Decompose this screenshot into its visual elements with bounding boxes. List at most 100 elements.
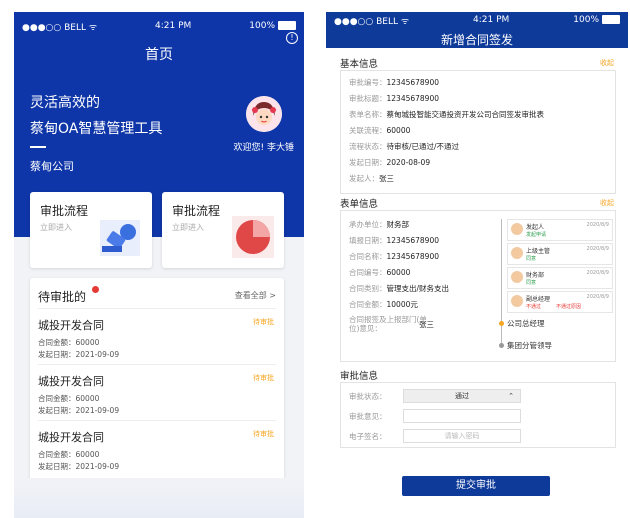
stamp-icon (100, 220, 140, 256)
time-text: 4:21 PM (473, 15, 510, 25)
row-value: 60000 (386, 126, 411, 135)
step-name: 副总经理 (526, 296, 551, 303)
submit-button[interactable]: 提交审批 (402, 476, 550, 496)
info-row: 审批编号：12345678900 (349, 77, 439, 88)
step-status: 同意 (526, 280, 537, 286)
info-row: 合同类别：管理支出/财务支出 (349, 283, 449, 294)
row-key: 审批编号： (349, 78, 387, 87)
status-badge: 待审批 (253, 318, 274, 326)
list-item[interactable]: 城投开发合同 待审批 合同金额：60000 发起日期：2021-09-09 (38, 364, 276, 419)
extra-key: 合同报签及上报部门(单位)意见： (349, 315, 427, 333)
info-row: 流程状态：待审核/已通过/不通过 (349, 141, 459, 152)
info-row: 合同编号：60000 (349, 267, 410, 278)
card-subtitle: 立即进入 (40, 223, 72, 232)
background-decoration (14, 478, 304, 518)
notification-badge (92, 286, 99, 293)
row-key: 合同金额： (349, 300, 387, 309)
item-title: 城投开发合同 (38, 375, 104, 388)
step-name: 财务部 (526, 272, 545, 279)
row-value: 12345678900 (386, 236, 440, 245)
row-key: 合同名称： (349, 252, 387, 261)
row-value: 财务部 (386, 220, 410, 229)
step-note: 不通过原因 (556, 304, 582, 310)
status-badge: 待审批 (253, 430, 274, 438)
item-title: 城投开发合同 (38, 319, 104, 332)
pie-chart-icon (232, 216, 274, 258)
pending-approval-panel: 待审批的 查看全部 > 城投开发合同 待审批 合同金额：60000 发起日期：2… (30, 278, 284, 484)
item-amount: 合同金额：60000 (38, 338, 100, 347)
item-date: 发起日期：2021-09-09 (38, 350, 120, 359)
approval-info-heading: 审批信息 (340, 371, 379, 382)
item-date: 发起日期：2021-09-09 (38, 462, 120, 471)
pending-title: 待审批的 (38, 290, 87, 304)
row-value: 2020-08-09 (386, 158, 431, 167)
signature-label: 电子签名： (349, 432, 387, 441)
row-value: 12345678900 (386, 78, 440, 87)
step-name: 发起人 (526, 224, 545, 231)
company-name: 蔡甸公司 (30, 160, 74, 173)
slogan-line1: 灵活高效的 (30, 95, 100, 111)
page-title: 新增合同签发 (440, 33, 513, 47)
list-item[interactable]: 城投开发合同 待审批 合同金额：60000 发起日期：2021-09-09 (38, 308, 276, 363)
info-icon[interactable]: ! (286, 32, 298, 44)
opinion-label: 审批意见： (349, 412, 387, 421)
info-row: 合同金额：10000元 (349, 299, 418, 310)
approval-info-box: 审批状态： 通过 ⌃ 审批意见： 电子签名： 请输入密码 (340, 382, 616, 448)
collapse-form-button[interactable]: 收起 (600, 198, 614, 208)
divider (30, 146, 46, 148)
row-key: 流程状态： (349, 142, 387, 151)
timeline-step: 副总经理 不通过 不通过原因 2020/8/9 (507, 291, 613, 313)
timeline-line (501, 219, 502, 345)
row-value: 待审核/已通过/不通过 (386, 142, 460, 151)
opinion-input[interactable] (403, 409, 521, 423)
item-date: 发起日期：2021-09-09 (38, 406, 120, 415)
item-amount: 合同金额：60000 (38, 394, 100, 403)
next-approver: 集团分管领导 (507, 341, 552, 350)
status-badge: 待审批 (253, 374, 274, 382)
step-status: 不通过 (526, 304, 542, 310)
step-date: 2020/8/9 (586, 246, 609, 252)
avatar (511, 247, 523, 259)
battery-text: 100% (573, 15, 599, 25)
form-info-heading: 表单信息 (340, 199, 379, 210)
signature-input[interactable]: 请输入密码 (403, 429, 521, 443)
basic-info-heading: 基本信息 (340, 59, 379, 70)
carrier-text: ●●●○○ BELL ᯤ (334, 16, 410, 27)
approval-flow-card[interactable]: 审批流程 立即进入 (30, 192, 152, 268)
row-key: 发起人： (349, 174, 379, 183)
info-row: 承办单位：财务部 (349, 219, 409, 230)
avatar (511, 223, 523, 235)
timeline-dot (499, 321, 504, 326)
info-row: 发起人：张三 (349, 173, 394, 184)
row-key: 表单名称： (349, 110, 387, 119)
extra-value: 张三 (419, 320, 434, 329)
view-all-link[interactable]: 查看全部 > (235, 290, 276, 301)
avatar[interactable] (246, 96, 282, 132)
battery-text: 100% (249, 21, 275, 31)
status-label: 审批状态： (349, 392, 387, 401)
step-date: 2020/8/9 (586, 270, 609, 276)
card-title: 审批流程 (172, 204, 221, 218)
home-screen: ●●●○○ BELL ᯤ 4:21 PM 100% 首页 ! 灵活高效的 蔡甸O… (14, 12, 304, 518)
approval-status-select[interactable]: 通过 ⌃ (403, 389, 521, 403)
info-row: 发起日期：2020-08-09 (349, 157, 430, 168)
list-item[interactable]: 城投开发合同 待审批 合同金额：60000 发起日期：2021-09-09 (38, 420, 276, 475)
timeline-step: 财务部 同意 2020/8/9 (507, 267, 613, 289)
timeline-dot (499, 343, 504, 348)
slogan-line2: 蔡甸OA智慧管理工具 (30, 121, 163, 137)
new-contract-screen: ●●●○○ BELL ᯤ 4:21 PM 100% 新增合同签发 基本信息 收起… (326, 12, 628, 518)
row-value: 12345678900 (386, 252, 440, 261)
approval-flow-card-2[interactable]: 审批流程 立即进入 (162, 192, 284, 268)
avatar (511, 271, 523, 283)
row-key: 合同类别： (349, 284, 387, 293)
card-title: 审批流程 (40, 204, 89, 218)
selected-value: 通过 (455, 392, 469, 400)
info-row: 填报日期：12345678900 (349, 235, 439, 246)
welcome-text: 欢迎您! 李大锤 (233, 143, 294, 153)
row-key: 关联流程： (349, 126, 387, 135)
collapse-basic-button[interactable]: 收起 (600, 58, 614, 68)
status-bar: ●●●○○ BELL ᯤ 4:21 PM 100% (14, 16, 304, 36)
step-status: 同意 (526, 256, 537, 262)
row-value: 10000元 (386, 300, 418, 309)
row-value: 蔡甸城投智能交通投资开发公司合同签发审批表 (386, 110, 545, 119)
